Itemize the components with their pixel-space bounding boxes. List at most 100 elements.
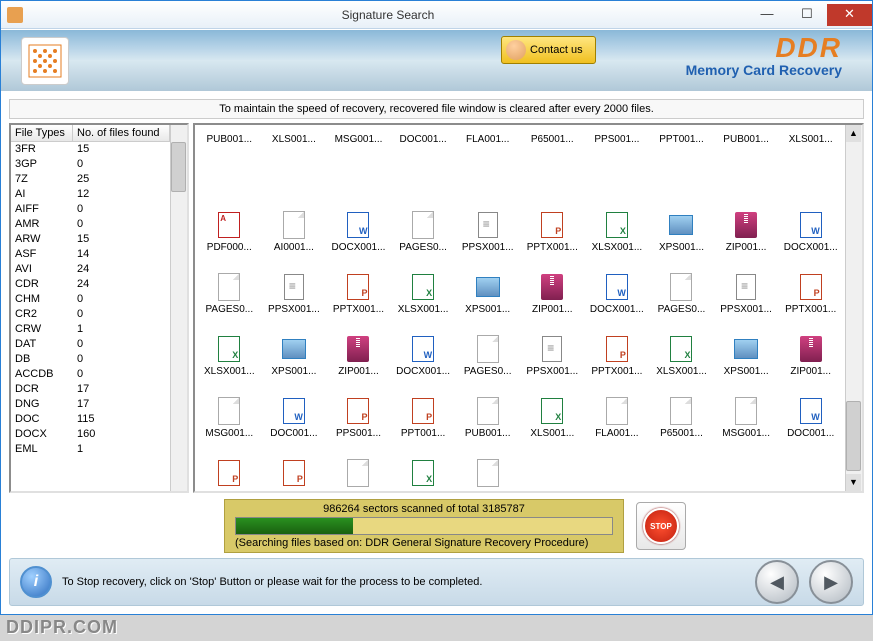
table-row[interactable]: DCR17 [11,382,170,397]
table-row[interactable]: EML1 [11,442,170,457]
maximize-button[interactable]: ☐ [787,4,827,26]
table-row[interactable]: AIFF0 [11,202,170,217]
file-item[interactable]: PPS001... [326,377,391,439]
file-item[interactable]: PPT001... [391,377,456,439]
file-item[interactable]: PUB001... [326,439,391,491]
file-item[interactable]: XLSX001... [391,253,456,315]
table-row[interactable]: CDR24 [11,277,170,292]
file-item[interactable]: AI0001... [262,191,327,253]
scroll-down-icon[interactable]: ▼ [846,474,861,491]
file-item[interactable]: PPTX001... [520,191,585,253]
file-item[interactable]: PDF000... [197,191,262,253]
file-item[interactable]: DOCX001... [585,253,650,315]
file-item[interactable]: PPTX001... [778,253,843,315]
file-item[interactable]: PPS001... [585,129,650,145]
file-item[interactable]: PAGES0... [455,315,520,377]
table-header[interactable]: File Types No. of files found [11,125,170,142]
file-item[interactable]: XLS001... [391,439,456,491]
file-item[interactable]: PPSX001... [262,253,327,315]
file-item[interactable]: XLS001... [520,377,585,439]
file-item[interactable]: XPS001... [455,253,520,315]
notice-text: To maintain the speed of recovery, recov… [9,99,864,119]
close-button[interactable]: ✕ [827,4,872,26]
file-item[interactable]: ZIP001... [778,315,843,377]
file-item[interactable]: PAGES0... [197,253,262,315]
file-item[interactable]: PUB001... [714,129,779,145]
table-row[interactable]: CR20 [11,307,170,322]
scroll-up-icon[interactable]: ▲ [846,125,861,142]
file-item[interactable]: DOC001... [262,377,327,439]
file-item[interactable]: XLS001... [262,129,327,145]
file-item[interactable]: ZIP001... [714,191,779,253]
file-item[interactable]: P65001... [649,377,714,439]
table-row[interactable]: AI12 [11,187,170,202]
file-item[interactable]: MSG001... [326,129,391,145]
file-item[interactable]: ZIP001... [520,253,585,315]
table-row[interactable]: 3GP0 [11,157,170,172]
file-item[interactable]: PAGES0... [649,253,714,315]
table-row[interactable]: 3FR15 [11,142,170,157]
titlebar[interactable]: Signature Search — ☐ ✕ [1,1,872,29]
file-item[interactable]: DOCX001... [326,191,391,253]
col-files-found[interactable]: No. of files found [73,125,170,141]
file-item[interactable]: XPS001... [649,191,714,253]
file-item[interactable]: DOC001... [778,377,843,439]
file-item[interactable]: MSG001... [197,377,262,439]
sidebar-scrollbar[interactable] [170,125,187,491]
file-item[interactable]: PPTX001... [585,315,650,377]
file-item[interactable]: PPSX001... [455,191,520,253]
table-row[interactable]: ARW15 [11,232,170,247]
file-item[interactable]: PPT001... [262,439,327,491]
contact-us-button[interactable]: Contact us [501,36,596,64]
scrollbar-thumb[interactable] [171,142,186,192]
table-row[interactable]: ASF14 [11,247,170,262]
table-row[interactable]: DB0 [11,352,170,367]
file-item[interactable]: MSG001... [714,377,779,439]
file-label: XPS001... [459,304,517,315]
table-row[interactable]: DOCX160 [11,427,170,442]
cell-type: DNG [11,397,73,412]
table-row[interactable]: CHM0 [11,292,170,307]
table-row[interactable]: AVI24 [11,262,170,277]
file-item[interactable]: ZIP001... [326,315,391,377]
forward-button[interactable]: ▶ [809,560,853,604]
file-item[interactable]: XLS001... [778,129,843,145]
file-item[interactable]: PPSX001... [714,253,779,315]
table-row[interactable]: ACCDB0 [11,367,170,382]
back-button[interactable]: ◀ [755,560,799,604]
file-item[interactable]: FLA001... [455,129,520,145]
file-item[interactable]: XPS001... [714,315,779,377]
table-row[interactable]: DNG17 [11,397,170,412]
file-item[interactable]: FLA001... [585,377,650,439]
table-body[interactable]: 3FR153GP07Z25AI12AIFF0AMR0ARW15ASF14AVI2… [11,142,170,487]
file-icon-zip [345,334,371,364]
table-row[interactable]: DOC115 [11,412,170,427]
file-item[interactable]: PUB001... [455,377,520,439]
file-item[interactable]: PPSX001... [520,315,585,377]
file-icon-doc [604,272,630,302]
file-item[interactable]: XLSX001... [649,315,714,377]
table-row[interactable]: 7Z25 [11,172,170,187]
file-grid[interactable]: PUB001...XLS001...MSG001...DOC001...FLA0… [195,125,845,491]
file-item[interactable]: PPS001... [197,439,262,491]
file-item[interactable]: DOCX001... [391,315,456,377]
file-item[interactable]: P65001... [520,129,585,145]
file-item[interactable]: XLSX001... [197,315,262,377]
file-item[interactable]: XPS001... [262,315,327,377]
scrollbar-thumb[interactable] [846,401,861,471]
table-row[interactable]: AMR0 [11,217,170,232]
file-item[interactable]: DOCX001... [778,191,843,253]
file-item[interactable]: DOC001... [391,129,456,145]
files-scrollbar[interactable]: ▲ ▼ [845,125,862,491]
file-item[interactable]: XLSX001... [585,191,650,253]
table-row[interactable]: DAT0 [11,337,170,352]
minimize-button[interactable]: — [747,4,787,26]
file-item[interactable]: PAGES0... [391,191,456,253]
col-file-types[interactable]: File Types [11,125,73,141]
table-row[interactable]: CRW1 [11,322,170,337]
file-item[interactable]: PPTX001... [326,253,391,315]
stop-button[interactable]: STOP [636,502,686,550]
file-item[interactable]: PUB001... [197,129,262,145]
file-item[interactable]: PPT001... [649,129,714,145]
file-item[interactable]: FLA001... [455,439,520,491]
